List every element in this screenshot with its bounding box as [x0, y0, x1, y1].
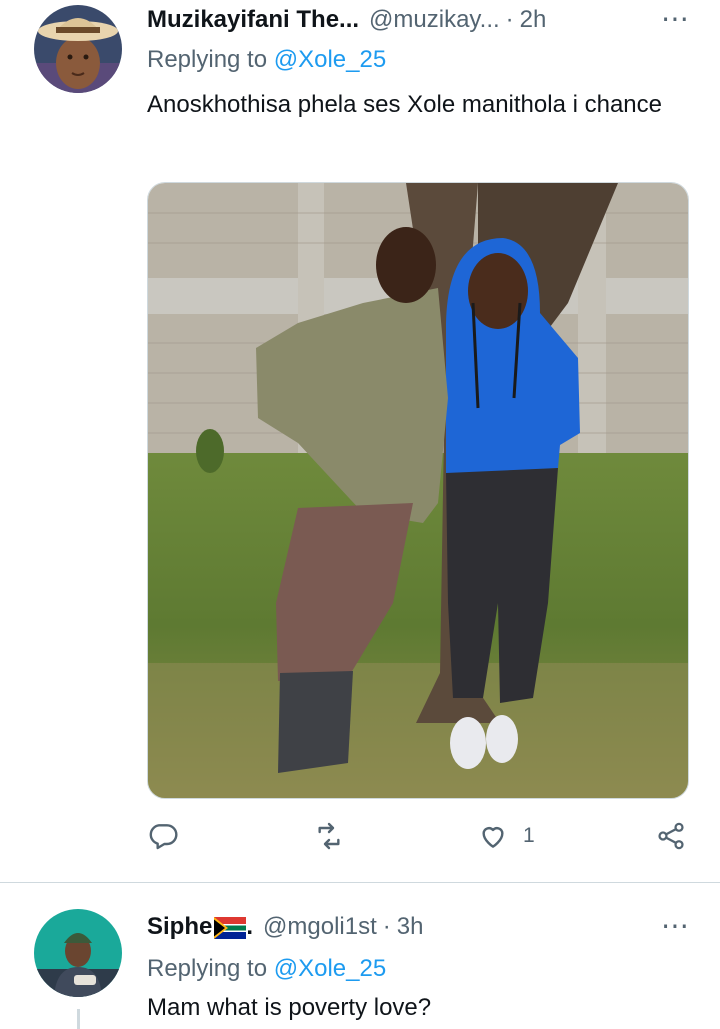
tweet-2[interactable]: Siphe . @mgoli1st · 3h ⋯ Replying to @Xo…: [0, 882, 720, 1029]
mention-link[interactable]: @Xole_25: [274, 46, 386, 73]
like-button[interactable]: 1: [477, 820, 535, 852]
display-name[interactable]: Muzikayifani The...: [147, 6, 359, 34]
replying-to: Replying to @Xole_25: [147, 955, 386, 983]
timestamp[interactable]: 2h: [520, 6, 547, 34]
reply-icon: [147, 820, 179, 852]
replying-to: Replying to @Xole_25: [147, 46, 386, 74]
handle[interactable]: @muzikay...: [369, 6, 500, 34]
more-options-icon[interactable]: ⋯: [661, 2, 690, 35]
tweet-photo[interactable]: [147, 182, 689, 799]
retweet-button[interactable]: [312, 820, 346, 852]
display-name-suffix: .: [246, 913, 254, 940]
like-icon: [477, 820, 509, 852]
reply-button[interactable]: [147, 820, 179, 852]
tweet-header: Muzikayifani The... @muzikay... · 2h: [147, 6, 546, 34]
thread-line: [77, 1009, 80, 1029]
like-count: 1: [523, 824, 535, 847]
separator: ·: [382, 913, 391, 940]
share-icon: [655, 820, 687, 852]
more-options-icon[interactable]: ⋯: [661, 909, 690, 942]
separator: ·: [505, 6, 514, 33]
handle[interactable]: @mgoli1st: [263, 913, 377, 941]
tweet-1[interactable]: Muzikayifani The... @muzikay... · 2h ⋯ R…: [0, 0, 720, 882]
tweet-text: Anoskhothisa phela ses Xole manithola i …: [147, 91, 662, 118]
display-name[interactable]: Siphe .: [147, 913, 253, 941]
replying-prefix: Replying to: [147, 955, 268, 982]
mention-link[interactable]: @Xole_25: [274, 955, 386, 982]
action-bar: 1: [147, 820, 692, 860]
tweet-text: Mam what is poverty love?: [147, 994, 432, 1021]
tweet-header: Siphe . @mgoli1st · 3h: [147, 913, 423, 941]
replying-prefix: Replying to: [147, 46, 268, 73]
avatar[interactable]: [34, 5, 122, 93]
south-africa-flag-icon: [214, 916, 247, 939]
display-name-text: Siphe: [147, 913, 213, 940]
timestamp[interactable]: 3h: [397, 913, 424, 941]
share-button[interactable]: [655, 820, 687, 852]
avatar[interactable]: [34, 909, 122, 997]
retweet-icon: [312, 820, 346, 852]
